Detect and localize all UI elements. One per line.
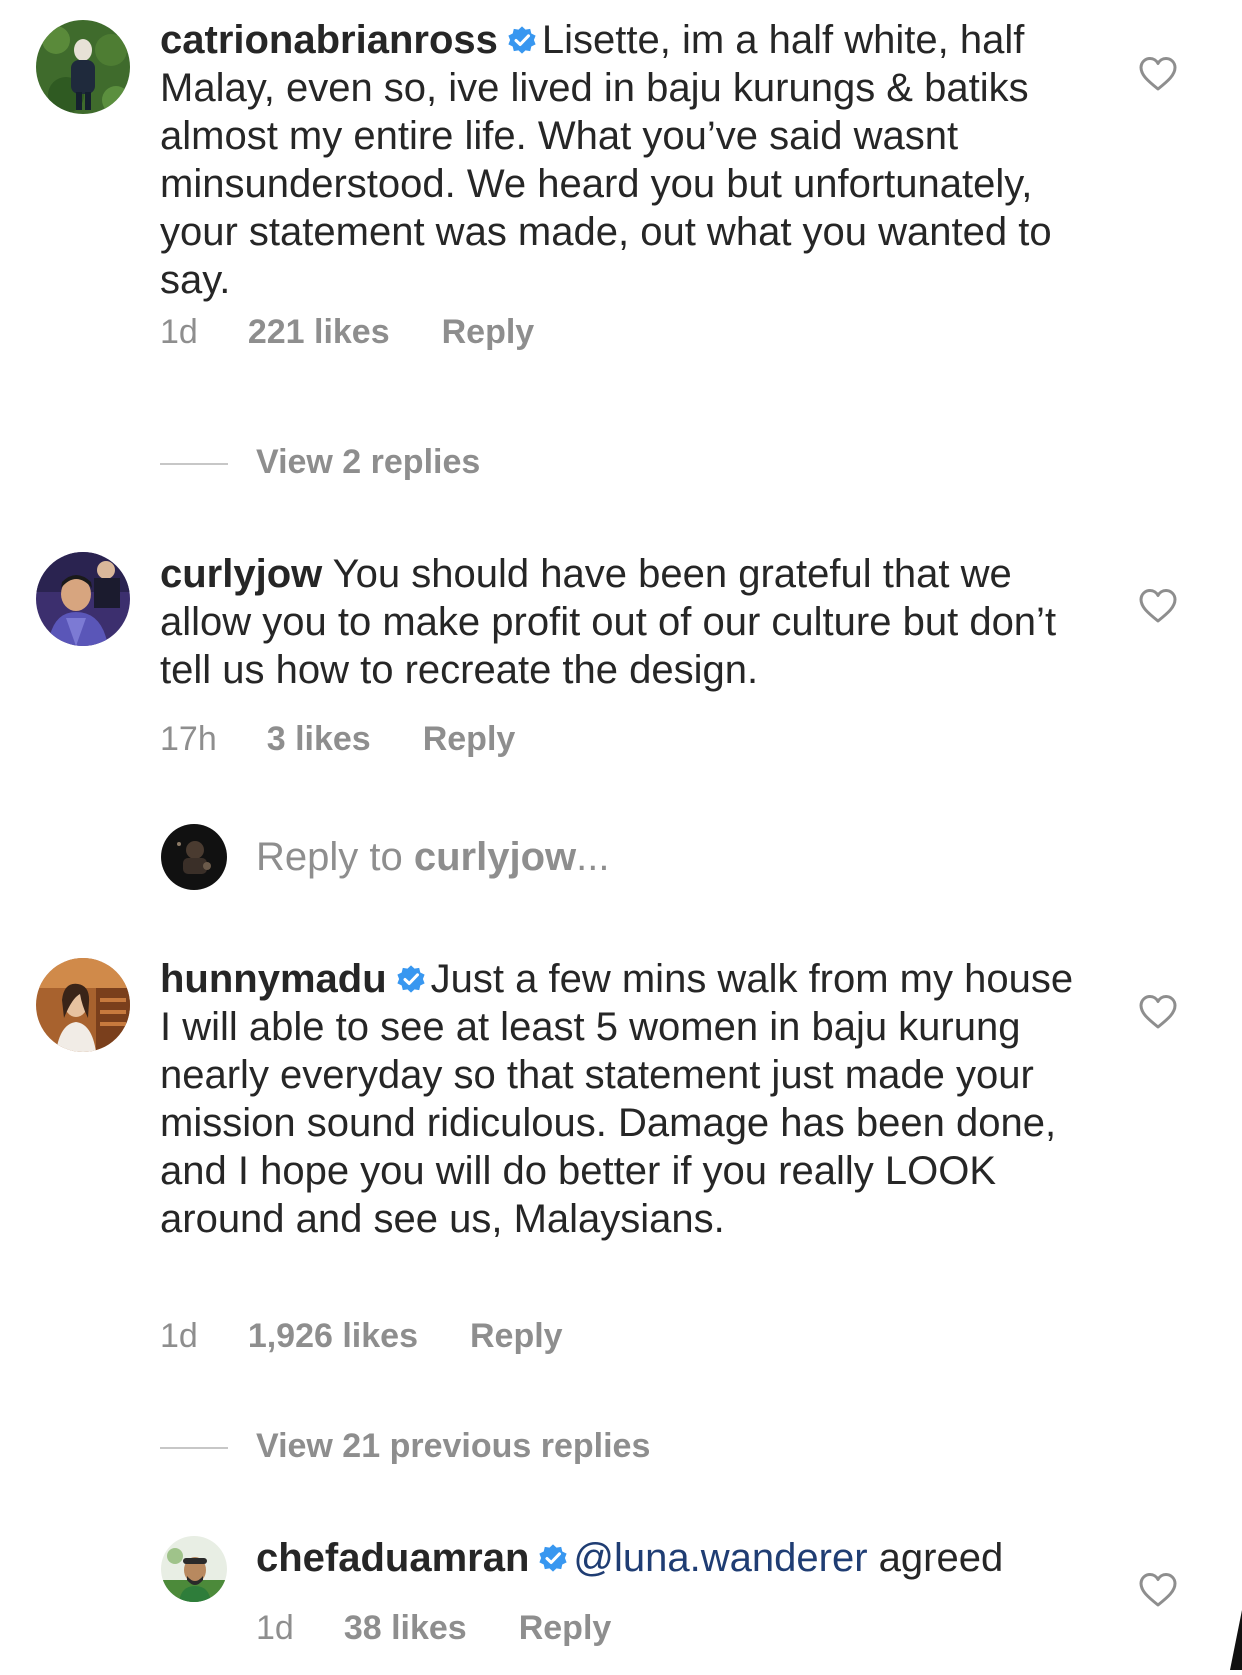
avatar[interactable] [36,20,130,114]
avatar-photo [161,1536,227,1602]
comment-text-block: catrionabrianross Lisette, im a half whit… [160,16,1080,304]
avatar-photo [161,824,227,890]
comment-time: 1d [160,1317,198,1355]
heart-outline-icon[interactable] [1138,588,1178,624]
heart-outline-icon[interactable] [1138,994,1178,1030]
comment-time: 1d [160,313,198,351]
avatar[interactable] [161,1536,227,1602]
likes-count[interactable]: 3 likes [267,719,371,759]
reply-prefix: Reply to [256,835,414,879]
comment-meta: 17h 3 likes Reply [160,719,515,759]
heart-outline-icon[interactable] [1138,1572,1178,1608]
reply-button[interactable]: Reply [423,719,516,759]
comment-time: 1d [256,1609,294,1647]
username[interactable]: curlyjow [160,552,322,596]
scroll-edge-mark [1228,1610,1242,1670]
avatar-photo [36,958,130,1052]
comment-meta: 1d 221 likes Reply [160,312,534,352]
view-replies-button[interactable]: View 2 replies [160,442,480,482]
comment-body: agreed [867,1536,1004,1580]
reply-button[interactable]: Reply [470,1316,563,1356]
username[interactable]: chefaduamran [256,1536,529,1580]
divider-line [160,1447,228,1450]
avatar-photo [36,20,130,114]
avatar[interactable] [36,958,130,1052]
avatar-photo [36,552,130,646]
view-replies-label: View 2 replies [256,443,481,481]
view-previous-replies-button[interactable]: View 21 previous replies [160,1426,650,1466]
comment-text-block: curlyjow You should have been grateful t… [160,550,1080,694]
comment-meta: 1d 38 likes Reply [256,1608,611,1648]
comment-meta: 1d 1,926 likes Reply [160,1316,563,1356]
likes-count[interactable]: 1,926 likes [248,1316,418,1356]
reply-placeholder: Reply to curlyjow... [256,833,609,881]
comment-text-block: chefaduamran @luna.wanderer agreed [256,1534,1076,1582]
reply-ellipsis: ... [576,835,610,879]
username[interactable]: catrionabrianross [160,18,498,62]
mention-link[interactable]: @luna.wanderer [573,1536,867,1580]
divider-line [160,463,228,466]
reply-button[interactable]: Reply [442,312,535,352]
verified-badge-icon [537,1542,569,1574]
comment-time: 17h [160,720,217,758]
verified-badge-icon [395,963,427,995]
likes-count[interactable]: 38 likes [344,1608,467,1648]
avatar[interactable] [36,552,130,646]
reply-target-username: curlyjow [413,835,577,879]
current-user-avatar [161,824,227,890]
verified-badge-icon [506,24,538,56]
heart-outline-icon[interactable] [1138,56,1178,92]
view-replies-label: View 21 previous replies [256,1427,651,1465]
username[interactable]: hunnymadu [160,957,387,1001]
likes-count[interactable]: 221 likes [248,312,390,352]
reply-button[interactable]: Reply [519,1608,612,1648]
comment-text-block: hunnymadu Just a few mins walk from my ho… [160,955,1080,1243]
